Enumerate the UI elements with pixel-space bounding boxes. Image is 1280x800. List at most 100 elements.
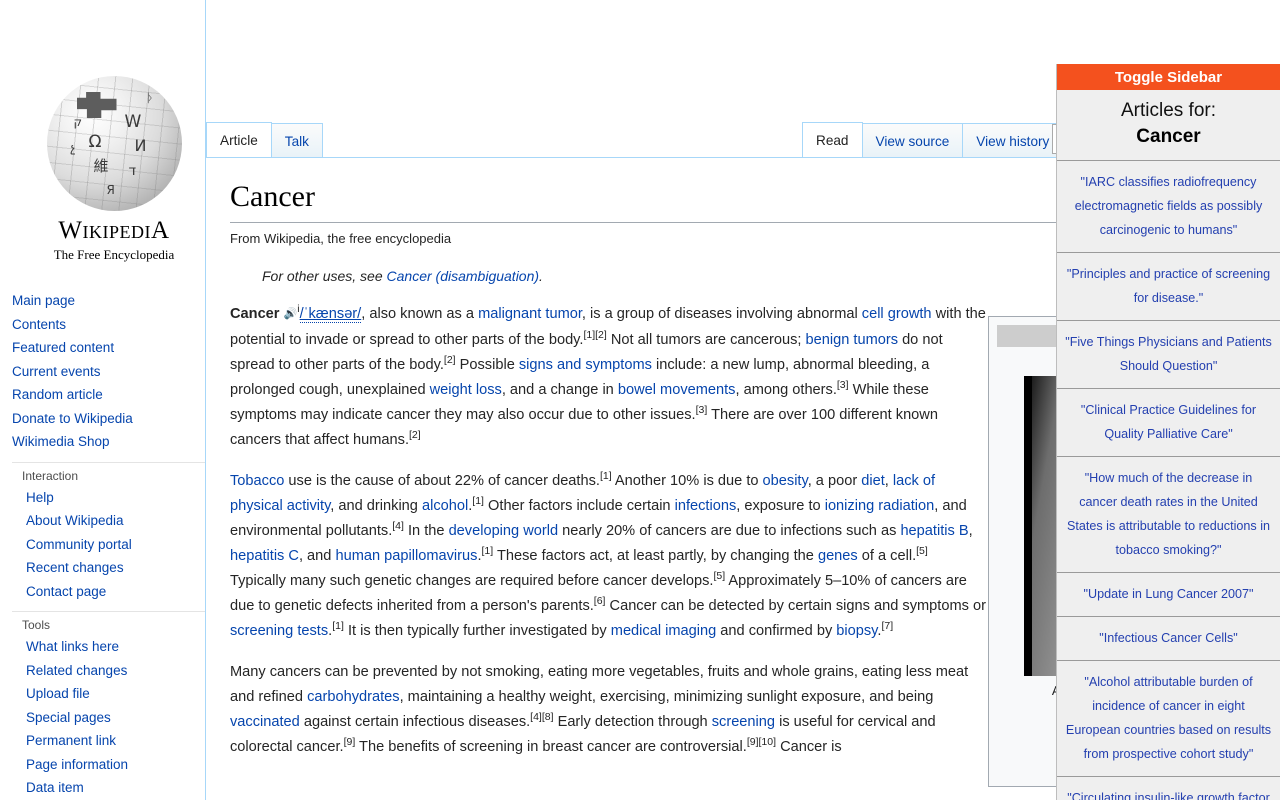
sidebar-link-donate[interactable]: Donate to Wikipedia <box>12 411 133 426</box>
ipa-pronunciation[interactable]: /ˈkænsər/ <box>299 305 362 323</box>
list-item[interactable]: "IARC classifies radiofrequency electrom… <box>1057 161 1280 253</box>
ref-9-10[interactable]: [9][10] <box>747 736 776 748</box>
sidebar-link-help[interactable]: Help <box>26 490 54 505</box>
link-screening-tests[interactable]: screening tests <box>230 623 328 639</box>
ref-4-a[interactable]: [4] <box>392 520 404 532</box>
link-carbohydrates[interactable]: carbohydrates <box>307 689 399 705</box>
link-infections[interactable]: infections <box>675 498 737 514</box>
sidebar-item-donate[interactable]: Donate to Wikipedia <box>12 407 205 431</box>
ref-5-b[interactable]: [5] <box>714 570 726 582</box>
sidebar-item-featured-content[interactable]: Featured content <box>12 336 205 360</box>
link-biopsy[interactable]: biopsy <box>836 623 877 639</box>
sidebar-link-page-information[interactable]: Page information <box>26 757 128 772</box>
link-human-papillomavirus[interactable]: human papillomavirus <box>335 548 477 564</box>
speaker-icon[interactable]: 🔊 <box>284 302 298 327</box>
list-item[interactable]: "How much of the decrease in cancer deat… <box>1057 457 1280 573</box>
link-signs-and-symptoms[interactable]: signs and symptoms <box>519 357 652 373</box>
ref-1-b[interactable]: [1] <box>472 495 484 507</box>
link-medical-imaging[interactable]: medical imaging <box>611 623 716 639</box>
view-tabs: Read View source View history <box>802 122 1064 158</box>
sidebar-item-community-portal[interactable]: Community portal <box>12 533 205 557</box>
ref-2-b[interactable]: [2] <box>409 429 421 441</box>
sidebar-link-main-page[interactable]: Main page <box>12 293 75 308</box>
ref-1-a[interactable]: [1] <box>600 470 612 482</box>
list-item[interactable]: "Infectious Cancer Cells" <box>1057 617 1280 661</box>
sidebar-item-contents[interactable]: Contents <box>12 313 205 337</box>
sidebar-item-page-information[interactable]: Page information <box>12 753 205 777</box>
hatnote-link-disambiguation[interactable]: Cancer (disambiguation) <box>387 268 540 284</box>
link-tobacco[interactable]: Tobacco <box>230 473 284 489</box>
sidebar-link-random-article[interactable]: Random article <box>12 387 103 402</box>
link-developing-world[interactable]: developing world <box>449 523 559 539</box>
sidebar-link-related-changes[interactable]: Related changes <box>26 663 127 678</box>
ref-1-c[interactable]: [1] <box>482 545 494 557</box>
link-diet[interactable]: diet <box>861 473 885 489</box>
tab-talk[interactable]: Talk <box>271 123 323 158</box>
tab-view-source[interactable]: View source <box>862 123 964 158</box>
sidebar-item-permanent-link[interactable]: Permanent link <box>12 729 205 753</box>
tab-article[interactable]: Article <box>206 122 272 158</box>
list-item[interactable]: "Clinical Practice Guidelines for Qualit… <box>1057 389 1280 457</box>
sidebar-item-random-article[interactable]: Random article <box>12 383 205 407</box>
p3-t2: , maintaining a healthy weight, exercisi… <box>399 688 934 705</box>
ref-4-8[interactable]: [4][8] <box>530 711 553 723</box>
ref-2-a[interactable]: [2] <box>444 354 456 366</box>
ref-1-d[interactable]: [1] <box>332 620 344 632</box>
toggle-sidebar-button[interactable]: Toggle Sidebar <box>1057 64 1280 90</box>
sidebar-item-special-pages[interactable]: Special pages <box>12 706 205 730</box>
tab-read[interactable]: Read <box>802 122 863 158</box>
sidebar-item-main-page[interactable]: Main page <box>12 289 205 313</box>
link-bowel-movements[interactable]: bowel movements <box>618 382 736 398</box>
list-item[interactable]: "Update in Lung Cancer 2007" <box>1057 573 1280 617</box>
wikipedia-logo-block[interactable]: Ω W И 維 ד ק չ ᚦ Я WIKIPEDIA The Free Enc… <box>26 76 202 263</box>
link-vaccinated[interactable]: vaccinated <box>230 714 300 730</box>
sidebar-item-what-links-here[interactable]: What links here <box>12 635 205 659</box>
sidebar-link-data-item[interactable]: Data item <box>26 780 84 795</box>
sidebar-item-related-changes[interactable]: Related changes <box>12 659 205 683</box>
list-item[interactable]: "Circulating insulin-like growth factor … <box>1057 777 1280 800</box>
sidebar-item-current-events[interactable]: Current events <box>12 360 205 384</box>
link-obesity[interactable]: obesity <box>763 473 808 489</box>
sidebar-link-current-events[interactable]: Current events <box>12 364 101 379</box>
sidebar-link-about-wikipedia[interactable]: About Wikipedia <box>26 513 124 528</box>
sidebar-link-upload-file[interactable]: Upload file <box>26 686 90 701</box>
link-cell-growth[interactable]: cell growth <box>862 306 932 322</box>
link-screening[interactable]: screening <box>712 714 775 730</box>
sidebar-link-community-portal[interactable]: Community portal <box>26 537 132 552</box>
sidebar-link-wikimedia-shop[interactable]: Wikimedia Shop <box>12 434 110 449</box>
ref-1-2[interactable]: [1][2] <box>583 329 606 341</box>
tab-view-history[interactable]: View history <box>963 123 1064 158</box>
sidebar-item-data-item[interactable]: Data item <box>12 776 205 800</box>
sidebar-link-special-pages[interactable]: Special pages <box>26 710 111 725</box>
sidebar-item-help[interactable]: Help <box>12 486 205 510</box>
sidebar-link-featured-content[interactable]: Featured content <box>12 340 114 355</box>
link-genes[interactable]: genes <box>818 548 858 564</box>
ref-3-b[interactable]: [3] <box>696 404 708 416</box>
sidebar-link-recent-changes[interactable]: Recent changes <box>26 560 124 575</box>
ref-9-a[interactable]: [9] <box>344 736 356 748</box>
link-hepatitis-b[interactable]: hepatitis B <box>900 523 968 539</box>
sidebar-item-recent-changes[interactable]: Recent changes <box>12 556 205 580</box>
ref-3-a[interactable]: [3] <box>837 379 849 391</box>
link-ionizing-radiation[interactable]: ionizing radiation <box>825 498 935 514</box>
ref-6[interactable]: [6] <box>594 595 606 607</box>
nav-heading-interaction: Interaction <box>12 461 205 486</box>
list-item[interactable]: "Five Things Physicians and Patients Sho… <box>1057 321 1280 389</box>
sidebar-link-what-links-here[interactable]: What links here <box>26 639 119 654</box>
list-item[interactable]: "Alcohol attributable burden of incidenc… <box>1057 661 1280 777</box>
sidebar-item-contact-page[interactable]: Contact page <box>12 580 205 604</box>
link-malignant-tumor[interactable]: malignant tumor <box>478 306 582 322</box>
sidebar-item-about-wikipedia[interactable]: About Wikipedia <box>12 509 205 533</box>
link-hepatitis-c[interactable]: hepatitis C <box>230 548 299 564</box>
list-item[interactable]: "Principles and practice of screening fo… <box>1057 253 1280 321</box>
sidebar-link-contact-page[interactable]: Contact page <box>26 584 106 599</box>
link-weight-loss[interactable]: weight loss <box>430 382 502 398</box>
ref-7[interactable]: [7] <box>881 620 893 632</box>
sidebar-link-contents[interactable]: Contents <box>12 317 66 332</box>
sidebar-item-wikimedia-shop[interactable]: Wikimedia Shop <box>12 430 205 454</box>
link-benign-tumors[interactable]: benign tumors <box>806 332 898 348</box>
sidebar-item-upload-file[interactable]: Upload file <box>12 682 205 706</box>
link-alcohol[interactable]: alcohol <box>422 498 468 514</box>
sidebar-link-permanent-link[interactable]: Permanent link <box>26 733 116 748</box>
ref-5-a[interactable]: [5] <box>916 545 928 557</box>
